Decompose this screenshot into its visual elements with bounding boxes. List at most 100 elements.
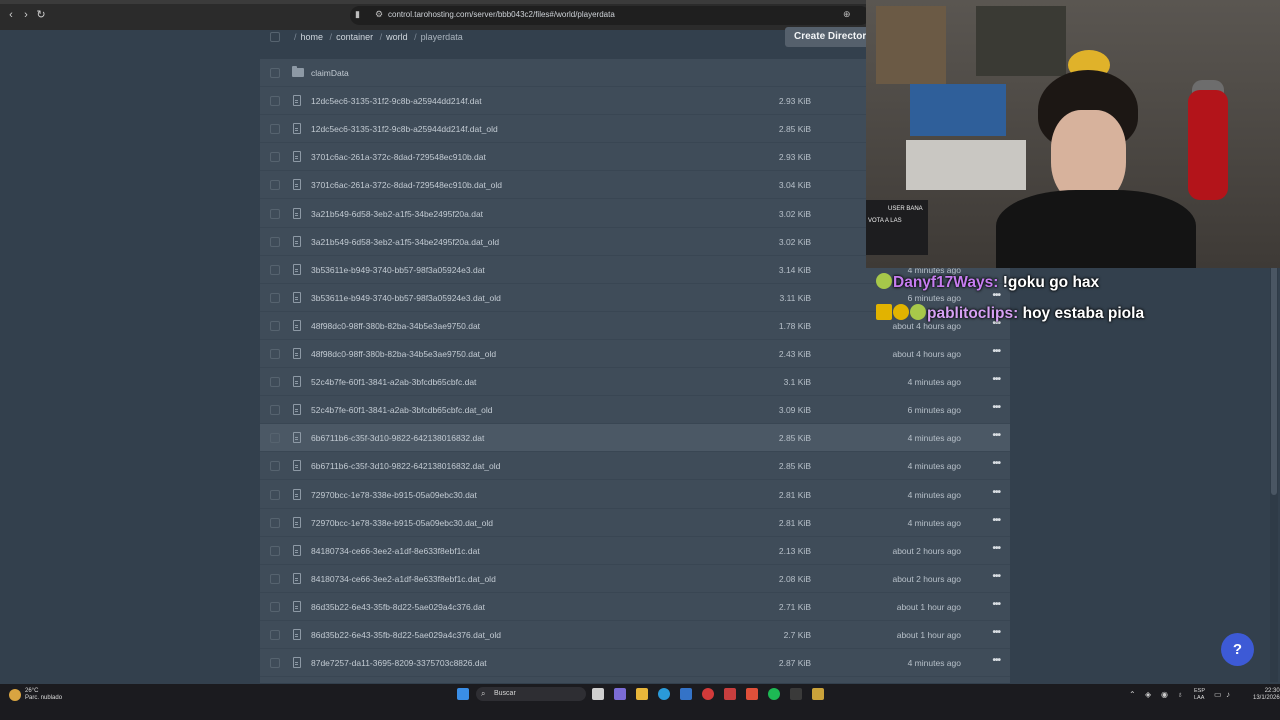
breadcrumb-home[interactable]: home (301, 32, 324, 42)
file-row[interactable]: 72970bcc-1e78-338e-b915-05a09ebc30.dat_o… (260, 509, 1010, 537)
more-dots-icon[interactable]: ••• (992, 402, 1000, 413)
store-icon[interactable] (680, 688, 692, 700)
app-icon[interactable] (724, 688, 736, 700)
more-dots-icon[interactable]: ••• (992, 515, 1000, 526)
file-name[interactable]: 84180734-ce66-3ee2-a1df-8e633f8ebf1c.dat… (311, 574, 496, 584)
more-dots-icon[interactable]: ••• (992, 571, 1000, 582)
taskbar-clock[interactable]: 22:30 13/1/2026 (1253, 688, 1280, 702)
file-name[interactable]: 86d35b22-6e43-35fb-8d22-5ae029a4c376.dat (311, 602, 485, 612)
breadcrumb-container[interactable]: container (336, 32, 373, 42)
file-row[interactable]: 84180734-ce66-3ee2-a1df-8e633f8ebf1c.dat… (260, 565, 1010, 593)
more-dots-icon[interactable]: ••• (992, 487, 1000, 498)
row-checkbox[interactable] (270, 320, 280, 331)
more-dots-icon[interactable]: ••• (992, 599, 1000, 610)
file-name[interactable]: 3b53611e-b949-3740-bb57-98f3a05924e3.dat (311, 265, 485, 275)
weather-widget[interactable]: 26°C Parc. nublado (25, 688, 62, 702)
row-checkbox[interactable] (270, 236, 280, 247)
file-name[interactable]: 52c4b7fe-60f1-3841-a2ab-3bfcdb65cbfc.dat (311, 377, 476, 387)
file-name[interactable]: 84180734-ce66-3ee2-a1df-8e633f8ebf1c.dat (311, 546, 480, 556)
file-row[interactable]: 86d35b22-6e43-35fb-8d22-5ae029a4c376.dat… (260, 593, 1010, 621)
more-dots-icon[interactable]: ••• (992, 655, 1000, 666)
row-checkbox[interactable] (270, 180, 280, 191)
help-button[interactable]: ? (1221, 633, 1254, 666)
app-icon[interactable] (812, 688, 824, 700)
file-row[interactable]: 84180734-ce66-3ee2-a1df-8e633f8ebf1c.dat… (260, 537, 1010, 565)
row-checkbox[interactable] (270, 124, 280, 135)
file-name[interactable]: 87de7257-da11-3695-8209-3375703c8826.dat (311, 658, 487, 668)
file-name[interactable]: 3701c6ac-261a-372c-8dad-729548ec910b.dat (311, 152, 486, 162)
more-dots-icon[interactable]: ••• (992, 374, 1000, 385)
more-dots-icon[interactable]: ••• (992, 458, 1000, 469)
reload-icon[interactable]: ↻ (35, 9, 47, 21)
file-name[interactable]: 72970bcc-1e78-338e-b915-05a09ebc30.dat_o… (311, 518, 493, 528)
file-row[interactable]: 6b6711b6-c35f-3d10-9822-642138016832.dat… (260, 424, 1010, 453)
select-all-checkbox[interactable] (270, 32, 280, 42)
brave-icon[interactable] (746, 688, 758, 700)
file-name[interactable]: 6b6711b6-c35f-3d10-9822-642138016832.dat… (311, 461, 500, 471)
windows-start-icon[interactable] (457, 688, 469, 700)
row-checkbox[interactable] (270, 377, 280, 388)
site-settings-icon[interactable]: ⚙ (375, 9, 383, 20)
chevron-right-icon[interactable]: › (20, 9, 32, 21)
row-checkbox[interactable] (270, 601, 280, 612)
file-explorer-icon[interactable] (636, 688, 648, 700)
teams-icon[interactable] (614, 688, 626, 700)
zoom-icon[interactable]: ⊕ (843, 9, 851, 20)
chevron-left-icon[interactable]: ‹ (5, 9, 17, 21)
file-row[interactable]: 52c4b7fe-60f1-3841-a2ab-3bfcdb65cbfc.dat… (260, 368, 1010, 397)
taskbar-search[interactable] (476, 687, 586, 701)
row-checkbox[interactable] (270, 349, 280, 359)
row-checkbox[interactable] (270, 545, 280, 556)
row-checkbox[interactable] (270, 658, 280, 669)
task-view-icon[interactable] (592, 688, 604, 700)
file-name[interactable]: 48f98dc0-98ff-380b-82ba-34b5e3ae9750.dat… (311, 349, 496, 359)
app-icon[interactable] (790, 688, 802, 700)
row-checkbox[interactable] (270, 292, 280, 303)
row-checkbox[interactable] (270, 517, 280, 528)
more-dots-icon[interactable]: ••• (992, 543, 1000, 554)
file-row[interactable]: 72970bcc-1e78-338e-b915-05a09ebc30.dat 2.… (260, 481, 1010, 509)
weather-icon[interactable] (9, 689, 21, 701)
row-checkbox[interactable] (270, 630, 280, 640)
file-row[interactable]: 52c4b7fe-60f1-3841-a2ab-3bfcdb65cbfc.dat… (260, 396, 1010, 425)
url-text[interactable]: control.tarohosting.com/server/bbb043c2/… (388, 10, 615, 19)
app-icon[interactable] (702, 688, 714, 700)
more-dots-icon[interactable]: ••• (992, 627, 1000, 638)
file-row[interactable]: 86d35b22-6e43-35fb-8d22-5ae029a4c376.dat… (260, 621, 1010, 649)
row-checkbox[interactable] (270, 208, 280, 219)
file-name[interactable]: 52c4b7fe-60f1-3841-a2ab-3bfcdb65cbfc.dat… (311, 405, 492, 415)
breadcrumb-world[interactable]: world (386, 32, 408, 42)
language-indicator[interactable]: ESP LAA (1194, 688, 1205, 702)
file-row[interactable]: 48f98dc0-98ff-380b-82ba-34b5e3ae9750.dat… (260, 340, 1010, 368)
tray-icon[interactable]: ♁ (1177, 690, 1183, 699)
tray-chevron-icon[interactable]: ⌃ (1129, 690, 1136, 699)
row-checkbox[interactable] (270, 68, 280, 78)
folder-name[interactable]: claimData (311, 68, 349, 78)
spotify-icon[interactable] (768, 688, 780, 700)
row-checkbox[interactable] (270, 433, 280, 444)
file-name[interactable]: 12dc5ec6-3135-31f2-9c8b-a25944dd214f.dat… (311, 124, 498, 134)
file-name[interactable]: 3b53611e-b949-3740-bb57-98f3a05924e3.dat… (311, 293, 501, 303)
file-name[interactable]: 3a21b549-6d58-3eb2-a1f5-34be2495f20a.dat (311, 209, 483, 219)
volume-icon[interactable]: ♪ (1226, 690, 1230, 699)
row-checkbox[interactable] (270, 573, 280, 584)
file-name[interactable]: 12dc5ec6-3135-31f2-9c8b-a25944dd214f.dat (311, 96, 482, 106)
file-row[interactable]: 87de7257-da11-3695-8209-3375703c8826.dat… (260, 649, 1010, 678)
tray-icon[interactable]: ◈ (1145, 690, 1151, 699)
file-row[interactable]: 6b6711b6-c35f-3d10-9822-642138016832.dat… (260, 452, 1010, 481)
bookmark-icon[interactable]: ▮ (355, 9, 360, 20)
more-dots-icon[interactable]: ••• (992, 430, 1000, 441)
row-checkbox[interactable] (270, 96, 280, 107)
row-checkbox[interactable] (270, 405, 280, 416)
network-icon[interactable]: ▭ (1214, 690, 1222, 699)
edge-icon[interactable] (658, 688, 670, 700)
row-checkbox[interactable] (270, 489, 280, 500)
row-checkbox[interactable] (270, 152, 280, 163)
tray-icon[interactable]: ◉ (1161, 690, 1168, 699)
file-name[interactable]: 72970bcc-1e78-338e-b915-05a09ebc30.dat (311, 490, 477, 500)
file-name[interactable]: 86d35b22-6e43-35fb-8d22-5ae029a4c376.dat… (311, 630, 501, 640)
file-name[interactable]: 48f98dc0-98ff-380b-82ba-34b5e3ae9750.dat (311, 321, 480, 331)
file-name[interactable]: 6b6711b6-c35f-3d10-9822-642138016832.dat (311, 433, 484, 443)
file-name[interactable]: 3a21b549-6d58-3eb2-a1f5-34be2495f20a.dat… (311, 237, 499, 247)
more-dots-icon[interactable]: ••• (992, 346, 1000, 357)
